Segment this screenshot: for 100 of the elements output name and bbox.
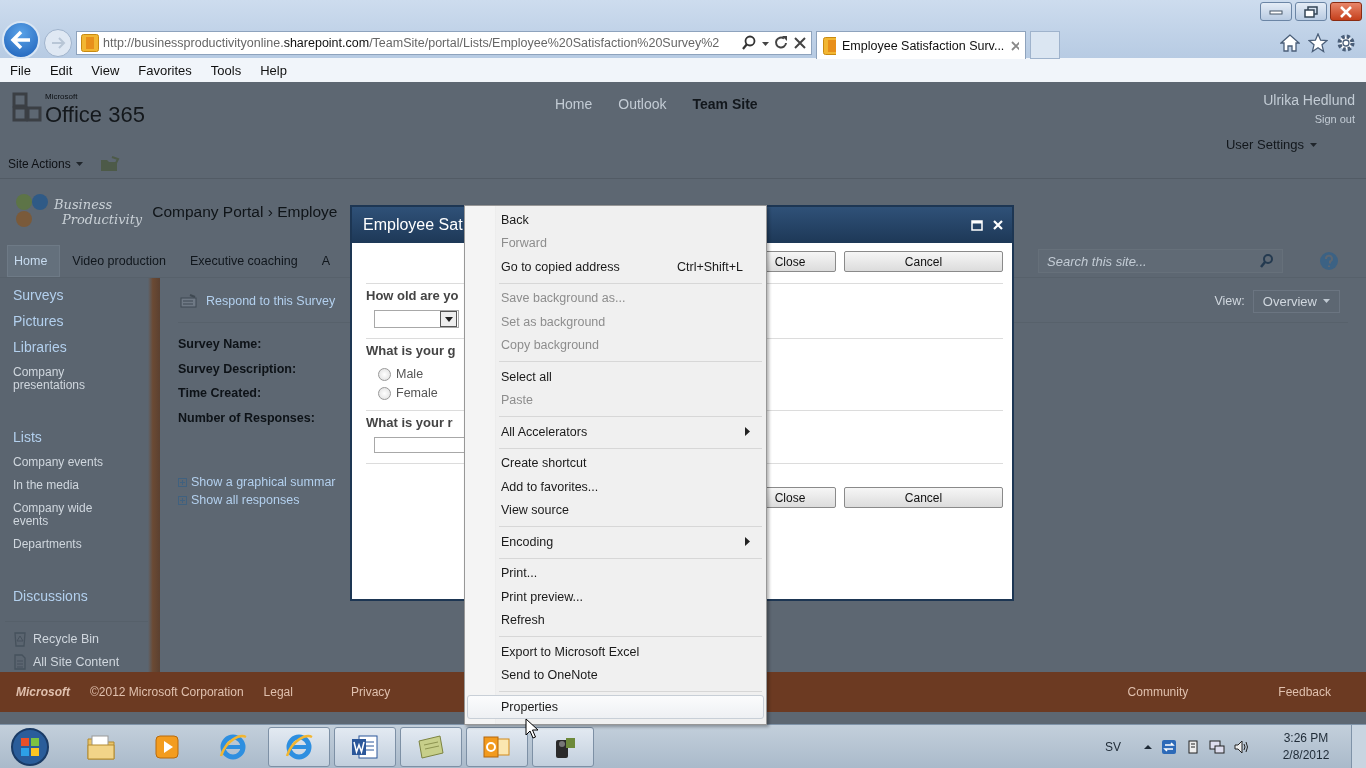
view-dropdown[interactable]: Overview [1252, 289, 1340, 313]
footer-link[interactable]: Legal [263, 685, 293, 699]
context-menu-item[interactable]: Send to OneNote [467, 663, 764, 687]
quick-launch-heading[interactable]: Lists [13, 425, 42, 451]
address-field[interactable]: http://businessproductivityonline.sharepoint.com/TeamSite/portal/Lists/Employee%20Satisfaction%20Survey%2 [76, 31, 812, 55]
office-365-logo[interactable]: Microsoft Office 365 [12, 92, 145, 128]
home-icon[interactable] [1280, 33, 1300, 53]
user-name[interactable]: Ulrika Hedlund [1263, 92, 1355, 108]
user-settings-menu[interactable]: User Settings [1225, 137, 1304, 152]
site-tab[interactable]: Home [7, 245, 61, 277]
quick-launch-link[interactable]: Company events [13, 451, 104, 474]
device-icon[interactable] [1185, 739, 1201, 755]
taskbar-app-button[interactable] [334, 727, 396, 767]
footer-link[interactable]: Feedback [1278, 685, 1331, 699]
survey-form-icon [180, 294, 198, 308]
context-menu-item[interactable]: Back [467, 208, 764, 232]
option-label: Male [396, 367, 424, 381]
menu-item[interactable]: View [91, 62, 120, 78]
site-tab[interactable]: Video production [66, 246, 178, 276]
close-button[interactable] [1330, 2, 1362, 21]
copyright-text: ©2012 Microsoft Corporation [90, 685, 244, 699]
folder-icon [86, 733, 116, 761]
survey-link[interactable]: Show a graphical summar [191, 475, 336, 489]
close-icon[interactable] [992, 219, 1004, 231]
dialog-button[interactable]: Cancel [844, 251, 1003, 272]
minimize-button[interactable] [1260, 2, 1292, 21]
caret-icon[interactable] [75, 162, 83, 166]
maximize-icon[interactable] [971, 219, 983, 231]
volume-icon[interactable] [1233, 739, 1249, 755]
show-hidden-icons-icon[interactable] [1143, 742, 1153, 752]
answer-dropdown[interactable] [374, 310, 459, 328]
quick-launch-heading[interactable]: Surveys [13, 283, 64, 309]
sharepoint-icon [823, 36, 836, 55]
survey-link[interactable]: Show all responses [191, 493, 300, 507]
respond-to-survey-link[interactable]: Respond to this Survey [206, 294, 336, 308]
clock[interactable]: 3:26 PM 2/8/2012 [1273, 730, 1339, 764]
footer-link[interactable]: Community [1127, 685, 1189, 699]
microsoft-logo: Microsoft [16, 685, 70, 699]
option-label: Female [396, 386, 438, 400]
tab-title: Employee Satisfaction Surv... [842, 38, 1005, 53]
question-text: What is your r [366, 415, 453, 430]
network-icon[interactable] [1209, 739, 1225, 755]
favorites-star-icon[interactable] [1308, 33, 1328, 53]
question-text: What is your g [366, 343, 456, 358]
settings-icon[interactable] [1336, 33, 1356, 53]
start-button[interactable] [10, 727, 50, 767]
stop-icon[interactable] [793, 35, 807, 51]
field-label: Survey Description: [178, 360, 297, 378]
menu-item[interactable]: Help [260, 62, 287, 78]
submenu-arrow-icon [745, 427, 751, 437]
site-tab[interactable]: A [315, 246, 342, 276]
footer-link[interactable]: Privacy [350, 685, 391, 699]
top-nav-link[interactable]: Outlook [618, 96, 667, 150]
caret-icon[interactable] [1310, 142, 1317, 147]
quick-launch-link[interactable]: Company presentations [13, 361, 113, 397]
context-menu-item[interactable]: Print... [467, 561, 764, 585]
refresh-icon[interactable] [774, 35, 789, 51]
field-label: Survey Name: [178, 336, 262, 353]
context-menu-item[interactable]: Refresh [467, 608, 764, 632]
menu-item[interactable]: Favorites [138, 62, 192, 78]
sign-out-link[interactable]: Sign out [1314, 113, 1355, 125]
sync-icon[interactable] [1161, 739, 1177, 755]
quick-launch-link[interactable]: In the media [13, 474, 80, 497]
close-tab-icon[interactable] [1010, 39, 1019, 52]
site-actions-menu[interactable]: Site Actions [8, 157, 71, 171]
top-nav-link[interactable]: Home [554, 96, 593, 150]
context-menu-item[interactable]: Export to Microsoft Excel [467, 640, 764, 664]
context-menu-item[interactable]: Encoding [467, 530, 764, 554]
context-menu-item[interactable]: Create shortcut [467, 451, 764, 475]
context-menu-item[interactable]: Select all [467, 365, 764, 389]
menu-item[interactable]: File [10, 62, 31, 78]
arrow-right-icon [50, 36, 66, 50]
language-indicator[interactable]: SV [1105, 740, 1121, 754]
menu-item[interactable]: Tools [210, 62, 242, 78]
search-icon[interactable] [741, 35, 757, 51]
back-button[interactable] [2, 21, 40, 59]
search-field[interactable]: Search this site... [1038, 249, 1283, 273]
quick-launch-link[interactable]: Departments [13, 533, 82, 556]
taskbar-app-button[interactable] [532, 727, 594, 767]
minimize-icon [1269, 7, 1283, 16]
context-menu-item[interactable]: Properties [467, 695, 764, 719]
browser-tab[interactable]: Employee Satisfaction Surv... [816, 31, 1026, 59]
site-utility-link[interactable]: All Site Content [33, 654, 120, 669]
quick-launch-heading[interactable]: Libraries [13, 335, 67, 361]
menu-item[interactable]: Edit [49, 62, 73, 78]
quick-launch-heading[interactable]: Discussions [13, 584, 88, 610]
restore-button[interactable] [1295, 2, 1327, 21]
site-utility-link[interactable]: Recycle Bin [33, 631, 99, 646]
context-menu-item[interactable]: All Accelerators [467, 420, 764, 444]
business-productivity-logo[interactable]: Business Productivity [14, 192, 143, 232]
site-tab[interactable]: Executive coaching [183, 246, 310, 276]
dialog-button[interactable]: Cancel [844, 487, 1003, 508]
context-menu-item[interactable]: Print preview... [467, 585, 764, 609]
quick-launch-link[interactable]: Company wide events [13, 497, 113, 533]
radio-button[interactable] [378, 386, 391, 400]
quick-launch-heading[interactable]: Pictures [13, 309, 64, 335]
top-nav-link[interactable]: Team Site [692, 96, 758, 150]
field-label: Number of Responses: [178, 409, 315, 427]
view-label: View: [1214, 294, 1245, 308]
radio-button[interactable] [378, 367, 391, 381]
